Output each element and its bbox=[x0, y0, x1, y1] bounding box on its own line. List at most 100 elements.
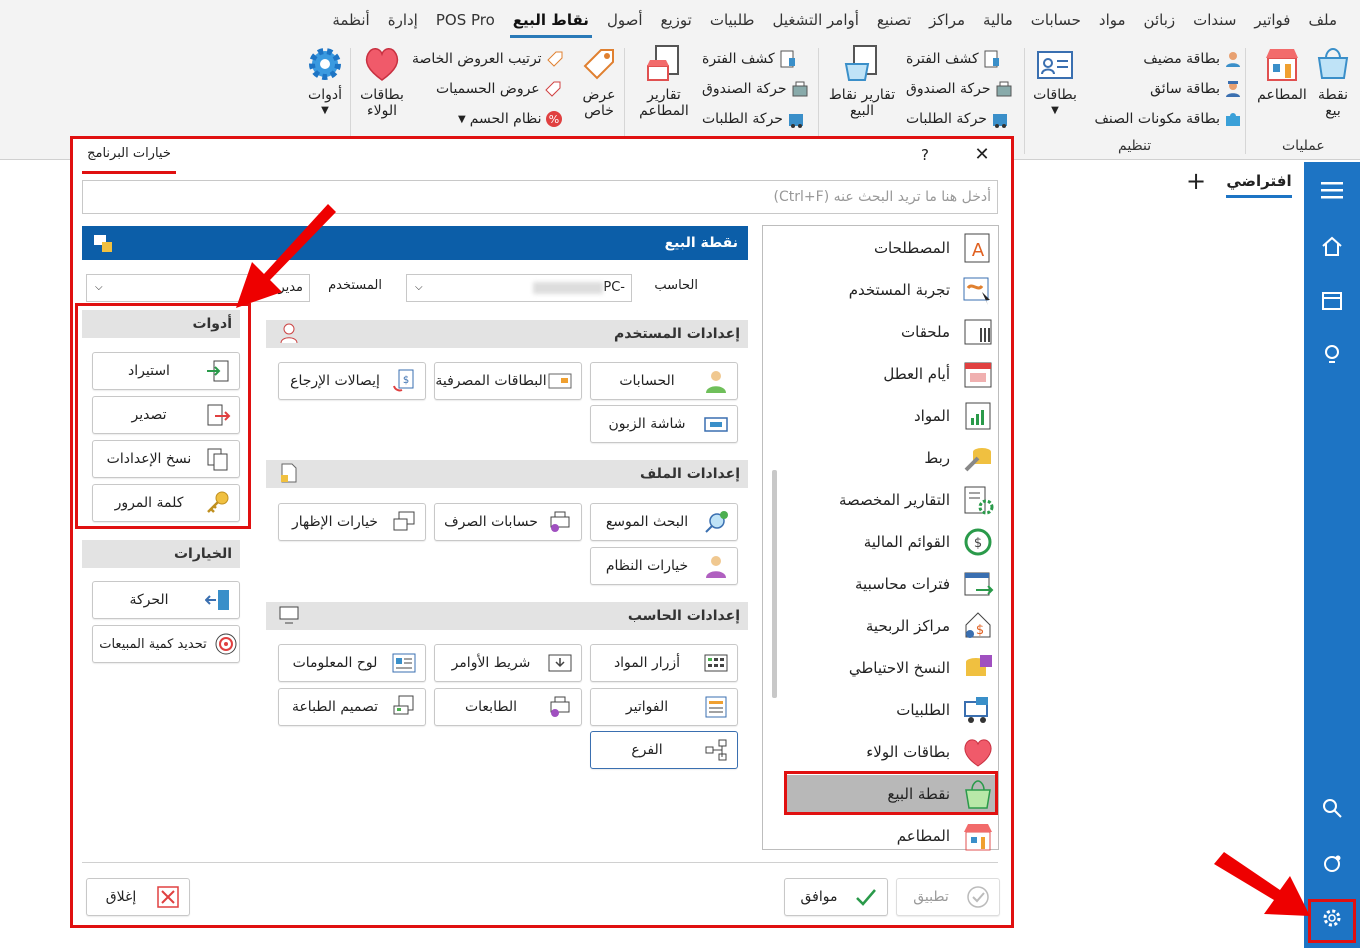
menu-item-4[interactable]: مواد bbox=[1090, 0, 1135, 40]
special-offer-label: عرض خاص bbox=[582, 87, 616, 119]
menu-item-3[interactable]: زبائن bbox=[1135, 0, 1185, 40]
display-options-button[interactable]: خيارات الإظهار bbox=[278, 503, 426, 541]
bank-cards-button[interactable]: البطاقات المصرفية bbox=[434, 362, 582, 400]
category-item-holidays[interactable]: أيام العطل bbox=[784, 355, 996, 393]
category-label: ربط bbox=[924, 449, 950, 467]
menu-item-7[interactable]: مراكز bbox=[920, 0, 974, 40]
hamburger-menu-icon[interactable] bbox=[1304, 170, 1360, 210]
category-item-orders[interactable]: الطلبيات bbox=[784, 691, 996, 729]
discount-offers-button[interactable]: عروض الحسميات bbox=[436, 80, 562, 98]
exchange-accounts-button[interactable]: حسابات الصرف bbox=[434, 503, 582, 541]
menu-item-15[interactable]: إدارة bbox=[379, 0, 427, 40]
pos-reports-button[interactable]: تقارير نقاط البيع bbox=[822, 44, 902, 119]
cash-movement-button-2[interactable]: حركة الصندوق bbox=[702, 80, 809, 98]
dropdown-icon: ▼ bbox=[458, 113, 466, 125]
special-offers-order-button[interactable]: ترتيب العروض الخاصة bbox=[412, 50, 564, 68]
computer-select[interactable]: -PC ⌵ bbox=[406, 274, 632, 302]
category-scrollbar[interactable] bbox=[772, 470, 777, 698]
printers-button[interactable]: الطابعات bbox=[434, 688, 582, 726]
extended-search-button[interactable]: البحث الموسع bbox=[590, 503, 738, 541]
menu-item-8[interactable]: تصنيع bbox=[868, 0, 920, 40]
category-item-periods[interactable]: فترات محاسبية bbox=[784, 565, 996, 603]
add-tab-button[interactable]: + bbox=[1182, 166, 1210, 196]
category-item-materials[interactable]: المواد bbox=[784, 397, 996, 435]
category-item-backup[interactable]: النسخ الاحتياطي bbox=[784, 649, 996, 687]
pos-point-button[interactable]: نقطة بيع bbox=[1310, 44, 1356, 119]
menu-item-0[interactable]: ملف bbox=[1299, 0, 1346, 40]
close-icon[interactable]: ✕ bbox=[970, 144, 994, 165]
category-item-loyalty[interactable]: بطاقات الولاء bbox=[784, 733, 996, 771]
orders-movement-button-1[interactable]: حركة الطلبات bbox=[906, 110, 1009, 128]
tab-default[interactable]: افتراضي bbox=[1226, 168, 1292, 198]
menu-item-16[interactable]: أنظمة bbox=[323, 0, 378, 40]
lightbulb-icon[interactable] bbox=[1304, 334, 1360, 374]
customer-screen-button[interactable]: شاشة الزبون bbox=[590, 405, 738, 443]
item-buttons-button[interactable]: أزرار المواد bbox=[590, 644, 738, 682]
cards-button[interactable]: بطاقات ▼ bbox=[1030, 44, 1080, 119]
svg-text:%: % bbox=[549, 113, 559, 126]
command-bar-button[interactable]: شريط الأوامر bbox=[434, 644, 582, 682]
tools-button[interactable]: أدوات ▼ bbox=[302, 44, 348, 119]
category-item-statements[interactable]: $ القوائم المالية bbox=[784, 523, 996, 561]
sales-quantity-button[interactable]: تحديد كمية المبيعات bbox=[92, 625, 240, 663]
loyalty-cards-button[interactable]: بطاقات الولاء bbox=[354, 44, 410, 119]
print-layout-icon bbox=[391, 694, 417, 720]
period-report-button-2[interactable]: كشف الفترة bbox=[702, 50, 797, 68]
print-design-button[interactable]: تصميم الطباعة bbox=[278, 688, 426, 726]
chevron-down-icon: ⌵ bbox=[415, 282, 423, 293]
heart-icon bbox=[362, 44, 402, 84]
category-item-restaurants[interactable]: المطاعم bbox=[784, 817, 996, 855]
menu-item-10[interactable]: طلبيات bbox=[701, 0, 764, 40]
category-item-ux[interactable]: تجربة المستخدم bbox=[784, 271, 996, 309]
menu-item-12[interactable]: أصول bbox=[598, 0, 652, 40]
report-icon bbox=[779, 50, 797, 68]
calendar-icon[interactable] bbox=[1304, 280, 1360, 320]
discount-system-button[interactable]: % نظام الحسم ▼ bbox=[458, 110, 563, 128]
driver-card-button[interactable]: بطاقة سائق bbox=[1086, 80, 1242, 98]
check-circle-icon bbox=[965, 884, 991, 910]
return-receipts-button[interactable]: $ إيصالات الإرجاع bbox=[278, 362, 426, 400]
accounts-button[interactable]: الحسابات bbox=[590, 362, 738, 400]
options-search-input[interactable]: أدخل هنا ما تريد البحث عنه (Ctrl+F) bbox=[82, 180, 998, 214]
item-components-card-button[interactable]: بطاقة مكونات الصنف bbox=[1086, 110, 1242, 128]
help-icon[interactable]: ? bbox=[915, 146, 935, 164]
period-report-button-1[interactable]: كشف الفترة bbox=[906, 50, 1001, 68]
category-item-addons[interactable]: ملحقات bbox=[784, 313, 996, 351]
guest-card-button[interactable]: بطاقة مضيف bbox=[1086, 50, 1242, 68]
menu-item-9[interactable]: أوامر التشغيل bbox=[763, 0, 867, 40]
orders-movement-button-2[interactable]: حركة الطلبات bbox=[702, 110, 805, 128]
receipt-return-icon: $ bbox=[391, 368, 417, 394]
restaurant-reports-button[interactable]: تقارير المطاعم bbox=[628, 44, 700, 119]
menu-item-13[interactable]: نقاط البيع bbox=[504, 0, 598, 40]
category-item-profit[interactable]: $ مراكز الربحية bbox=[784, 607, 996, 645]
restaurants-icon bbox=[962, 820, 994, 852]
addons-icon bbox=[962, 316, 994, 348]
info-board-button[interactable]: لوح المعلومات bbox=[278, 644, 426, 682]
special-offer-button[interactable]: عرض خاص bbox=[578, 44, 620, 119]
category-item-link[interactable]: ربط bbox=[784, 439, 996, 477]
branch-button[interactable]: الفرع bbox=[590, 731, 738, 769]
menu-item-14[interactable]: POS Pro bbox=[427, 0, 504, 40]
search-plus-icon bbox=[703, 509, 729, 535]
home-icon[interactable] bbox=[1304, 226, 1360, 266]
restaurant-report-icon bbox=[644, 44, 684, 84]
search-icon[interactable] bbox=[1304, 788, 1360, 828]
invoices-button[interactable]: الفواتير bbox=[590, 688, 738, 726]
menu-item-6[interactable]: مالية bbox=[974, 0, 1022, 40]
restaurants-button[interactable]: المطاعم bbox=[1254, 44, 1310, 103]
driver-icon bbox=[1224, 80, 1242, 98]
system-options-button[interactable]: خيارات النظام bbox=[590, 547, 738, 585]
cash-movement-button-1[interactable]: حركة الصندوق bbox=[906, 80, 1013, 98]
close-button[interactable]: إغلاق bbox=[86, 878, 190, 916]
menu-item-11[interactable]: توزيع bbox=[652, 0, 701, 40]
apply-button[interactable]: تطبيق bbox=[896, 878, 1000, 916]
menu-item-1[interactable]: فواتير bbox=[1245, 0, 1299, 40]
category-item-terms[interactable]: A المصطلحات bbox=[784, 229, 996, 267]
menu-item-5[interactable]: حسابات bbox=[1022, 0, 1090, 40]
orders-icon bbox=[991, 110, 1009, 128]
menu-item-2[interactable]: سندات bbox=[1184, 0, 1245, 40]
ok-button[interactable]: موافق bbox=[784, 878, 888, 916]
movement-button[interactable]: الحركة bbox=[92, 581, 240, 619]
chevron-down-icon: ⌵ bbox=[95, 282, 103, 293]
category-item-reports[interactable]: التقارير المخصصة bbox=[784, 481, 996, 519]
